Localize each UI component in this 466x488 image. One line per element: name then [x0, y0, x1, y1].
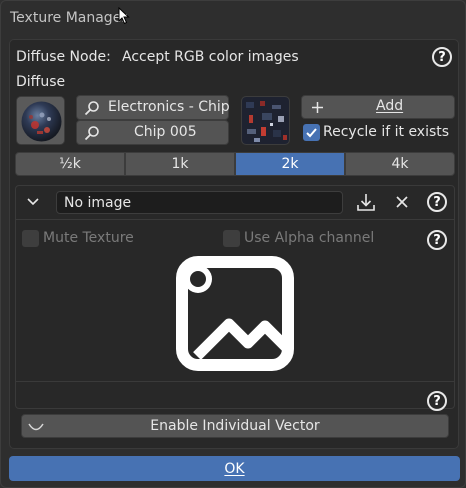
image-name-field[interactable]: No image	[56, 191, 343, 214]
resolution-label: 4k	[391, 156, 409, 172]
help-icon[interactable]: ?	[432, 47, 452, 67]
material-preview-thumbnail[interactable]	[16, 96, 65, 145]
recycle-label: Recycle if it exists	[323, 124, 450, 140]
node-description: Accept RGB color images	[122, 49, 299, 65]
divider	[16, 381, 454, 382]
help-icon[interactable]: ?	[427, 230, 447, 250]
category-label: Electronics - Chip	[108, 99, 230, 115]
mute-texture-label: Mute Texture	[43, 230, 134, 246]
mouse-cursor-icon	[118, 7, 130, 25]
ok-label: OK	[224, 460, 245, 477]
add-button[interactable]: Add	[301, 95, 455, 119]
resolution-label: 1k	[171, 156, 189, 172]
resolution-label: 2k	[281, 156, 299, 172]
resolution-option-1k[interactable]: 1k	[125, 152, 235, 176]
recycle-checkbox[interactable]	[303, 124, 320, 141]
use-alpha-checkbox[interactable]	[223, 230, 240, 247]
title-bar[interactable]: Texture Manager	[1, 1, 466, 37]
ok-button[interactable]: OK	[9, 456, 460, 481]
texture-manager-window: Texture Manager Diffuse Node: Accept RGB…	[0, 0, 466, 488]
help-icon[interactable]: ?	[427, 391, 447, 411]
texture-preview-icon	[242, 97, 289, 144]
download-icon[interactable]	[356, 192, 376, 212]
resolution-option-half-k[interactable]: ½k	[15, 152, 125, 176]
texture-thumbnail[interactable]	[241, 96, 290, 145]
resolution-option-2k[interactable]: 2k	[235, 152, 345, 176]
section-label: Diffuse	[16, 74, 66, 90]
use-alpha-label: Use Alpha channel	[244, 230, 375, 246]
mute-texture-checkbox[interactable]	[22, 230, 39, 247]
plus-icon	[312, 102, 323, 113]
window-title: Texture Manager	[10, 10, 128, 26]
chevron-down-icon[interactable]	[26, 197, 40, 207]
expand-arc-icon	[28, 423, 44, 431]
enable-individual-vector-button[interactable]: Enable Individual Vector	[21, 414, 449, 438]
checkmark-icon	[306, 128, 317, 138]
search-icon	[84, 101, 99, 116]
item-label: Chip 005	[134, 124, 197, 140]
resolution-label: ½k	[59, 156, 81, 172]
search-icon	[84, 126, 99, 141]
add-label: Add	[376, 98, 404, 114]
image-placeholder-icon	[176, 256, 294, 371]
node-label: Diffuse Node:	[16, 49, 111, 65]
sphere-preview-icon	[17, 97, 64, 144]
category-search-button[interactable]: Electronics - Chip	[76, 95, 230, 120]
enable-vector-label: Enable Individual Vector	[150, 418, 320, 434]
help-icon[interactable]: ?	[427, 192, 447, 212]
item-search-button[interactable]: Chip 005	[76, 120, 229, 145]
divider	[16, 219, 454, 220]
close-icon[interactable]	[395, 195, 409, 209]
resolution-option-4k[interactable]: 4k	[345, 152, 455, 176]
image-name-value: No image	[64, 194, 132, 211]
